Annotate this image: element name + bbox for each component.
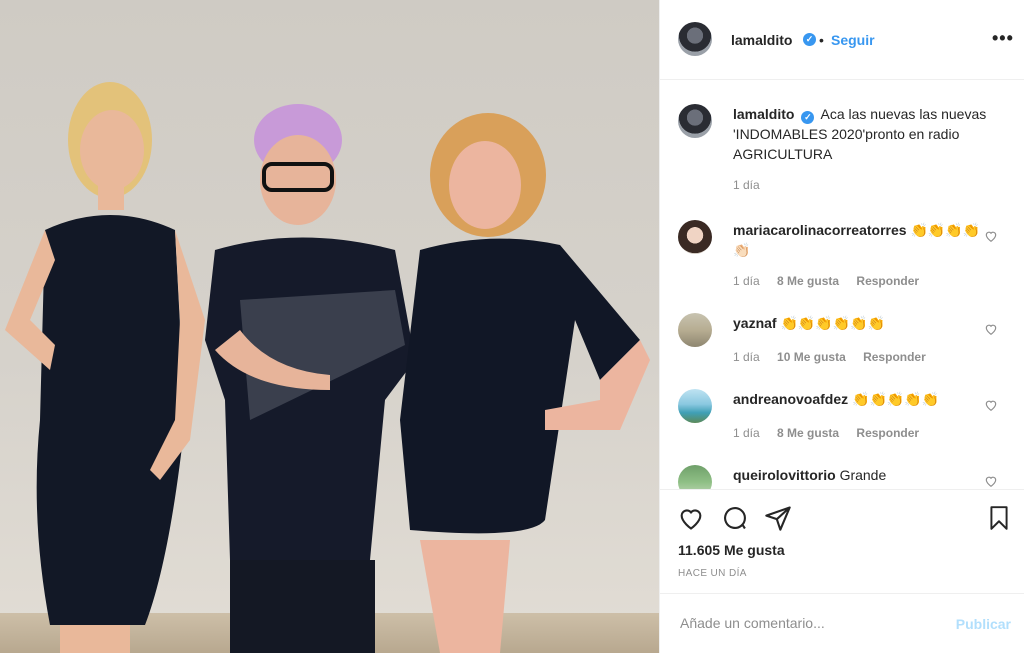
author-avatar[interactable] [678, 22, 712, 56]
follow-button[interactable]: Seguir [831, 32, 875, 48]
comment-reply-button[interactable]: Responder [856, 426, 919, 440]
comment-input[interactable] [678, 614, 942, 632]
comment-text: 👏👏👏👏👏👏 [780, 315, 886, 331]
comment-meta: 1 día 8 Me gusta Responder [733, 274, 933, 288]
comment-item: mariacarolinacorreatorres 👏👏👏👏👏🏻 [733, 220, 983, 260]
comment-like-heart-icon[interactable] [984, 229, 998, 243]
caption-username[interactable]: lamaldito [733, 106, 794, 122]
comment-username[interactable]: mariacarolinacorreatorres [733, 222, 907, 238]
woman-right [400, 113, 650, 653]
comment-icon[interactable] [721, 504, 749, 532]
comment-item: yaznaf 👏👏👏👏👏👏 [733, 313, 983, 333]
comment-text: 👏👏👏👏👏 [852, 391, 940, 407]
caption-meta: 1 día [733, 178, 774, 192]
comment-meta: 1 día 10 Me gusta Responder [733, 350, 940, 364]
comment-likes[interactable]: 8 Me gusta [777, 426, 839, 440]
share-icon[interactable] [764, 504, 792, 532]
bookmark-icon[interactable] [986, 504, 1012, 532]
author-username[interactable]: lamaldito [731, 32, 792, 48]
comment-like-heart-icon[interactable] [984, 398, 998, 412]
comment-item: andreanovoafdez 👏👏👏👏👏 [733, 389, 983, 409]
comment-like-heart-icon[interactable] [984, 474, 998, 488]
woman-middle [205, 104, 415, 653]
comment-likes[interactable]: 10 Me gusta [777, 350, 846, 364]
comments-list[interactable]: lamaldito ✓ Aca las nuevas las nuevas 'I… [660, 80, 1024, 489]
comment-item: queirolovittorio Grande [733, 465, 983, 485]
add-comment-bar: Publicar [660, 593, 1024, 654]
verified-badge-icon: ✓ [803, 33, 816, 46]
caption-author-avatar[interactable] [678, 104, 712, 138]
comment-username[interactable]: andreanovoafdez [733, 391, 848, 407]
caption-verified-icon: ✓ [801, 111, 815, 124]
comment-text: Grande [839, 467, 887, 483]
comment-time[interactable]: 1 día [733, 426, 760, 440]
comment-meta: 1 día 8 Me gusta Responder [733, 426, 933, 440]
publish-button[interactable]: Publicar [956, 616, 1011, 632]
post-side-panel: lamaldito ✓ • Seguir ••• lamaldito ✓ Aca… [659, 0, 1024, 653]
caption: lamaldito ✓ Aca las nuevas las nuevas 'I… [733, 104, 1018, 164]
comment-avatar[interactable] [678, 313, 712, 347]
comment-reply-button[interactable]: Responder [863, 350, 926, 364]
post-actions: 11.605 Me gusta HACE UN DÍA Publicar [660, 489, 1024, 653]
more-options-icon[interactable]: ••• [992, 28, 1014, 49]
comment-likes[interactable]: 8 Me gusta [777, 274, 839, 288]
comment-like-heart-icon[interactable] [984, 322, 998, 336]
post-photo[interactable] [0, 0, 659, 653]
comment-avatar[interactable] [678, 220, 712, 254]
comment-reply-button[interactable]: Responder [856, 274, 919, 288]
woman-left [5, 82, 205, 653]
follow-separator: • [819, 32, 824, 48]
photo-figures [5, 82, 650, 653]
comment-username[interactable]: queirolovittorio [733, 467, 836, 483]
post-time-ago[interactable]: HACE UN DÍA [678, 568, 747, 579]
comment-avatar[interactable] [678, 465, 712, 489]
heart-icon[interactable] [677, 504, 705, 532]
post-header: lamaldito ✓ • Seguir ••• [660, 0, 1024, 80]
comment-username[interactable]: yaznaf [733, 315, 777, 331]
comment-time[interactable]: 1 día [733, 350, 760, 364]
caption-time[interactable]: 1 día [733, 178, 760, 192]
likes-count[interactable]: 11.605 Me gusta [678, 542, 785, 558]
comment-time[interactable]: 1 día [733, 274, 760, 288]
comment-avatar[interactable] [678, 389, 712, 423]
